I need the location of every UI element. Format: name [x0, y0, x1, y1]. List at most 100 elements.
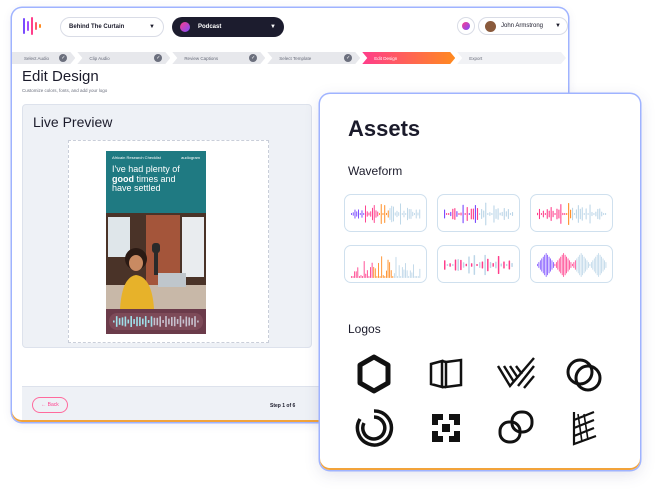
waveform-preview	[537, 203, 607, 225]
card-waveform-bar	[147, 320, 150, 323]
waveform-bar	[414, 276, 416, 278]
show-selector[interactable]: Behind The Curtain ▼	[60, 17, 164, 37]
page-subtitle: Customize colors, fonts, and add your lo…	[22, 88, 108, 93]
waveform-bar	[376, 276, 378, 278]
card-waveform-bar	[130, 316, 132, 327]
waveform-bar	[393, 206, 394, 222]
waveform-bar	[540, 213, 542, 215]
logo-option-2[interactable]	[426, 354, 466, 394]
waveform-preview	[444, 202, 514, 226]
preview-canvas[interactable]: Africain Research Checklist audiogram I'…	[68, 140, 269, 343]
back-button[interactable]: ← Back	[32, 397, 68, 413]
waveform-style-1[interactable]	[344, 194, 427, 232]
logo-option-6[interactable]	[426, 408, 466, 448]
waveform-bar	[509, 213, 512, 215]
waveform-bar	[547, 254, 549, 276]
waveform-style-5[interactable]	[437, 245, 520, 283]
ai-assistant-button[interactable]	[457, 17, 475, 35]
waveform-bar	[362, 276, 364, 278]
step-label: Select Template	[279, 55, 312, 61]
waveform-bar	[387, 259, 389, 278]
waveform-bar	[579, 208, 581, 220]
logo-option-3[interactable]	[496, 354, 536, 394]
waveform-bar	[593, 258, 595, 272]
card-waveform-bar	[136, 316, 138, 327]
waveform-bar	[583, 256, 585, 274]
waveform-bar	[581, 207, 583, 221]
waveform-bar	[501, 211, 503, 217]
step-edit-design[interactable]: Edit Design	[362, 52, 455, 64]
waveform-bar	[590, 262, 592, 268]
waveform-bar	[487, 213, 489, 215]
waveform-bar	[382, 212, 384, 216]
waveform-bar	[567, 258, 569, 272]
check-icon: ✓	[251, 55, 256, 61]
waveform-bar	[580, 253, 582, 277]
quote-bold: good	[112, 173, 134, 184]
waveform-bar	[413, 264, 414, 278]
waveform-bar	[351, 275, 352, 278]
waveform-style-2[interactable]	[437, 194, 520, 232]
waveform-bar	[370, 211, 372, 217]
assets-title: Assets	[348, 116, 421, 141]
waveform-bar	[384, 276, 386, 278]
waveform-style-4[interactable]	[344, 245, 427, 283]
waveform-bar	[368, 212, 370, 216]
card-waveform-bar	[176, 319, 179, 324]
waveform-bar	[546, 209, 548, 219]
waveform-bar	[561, 254, 563, 276]
waveform-bar	[476, 264, 478, 266]
waveform-bar	[400, 276, 402, 278]
waveform-bar	[416, 276, 418, 278]
user-name: John Armstrong	[501, 23, 544, 29]
logo-option-4[interactable]	[564, 354, 604, 394]
card-waveform-bar	[182, 319, 185, 324]
waveform-bar	[511, 263, 513, 267]
waveform-bar	[586, 260, 588, 270]
waveform-bar	[583, 213, 585, 215]
waveform-bar	[397, 276, 399, 278]
waveform-bar	[363, 212, 365, 216]
step-select-template[interactable]: Select Template ✓	[267, 52, 360, 64]
waveform-bar	[370, 267, 371, 278]
card-waveform-bar	[191, 318, 193, 325]
logo-option-1[interactable]	[354, 354, 394, 394]
card-waveform-bar	[118, 318, 121, 325]
card-waveform-bar	[173, 316, 176, 327]
waveform-style-3[interactable]	[530, 194, 613, 232]
quote-line-3: have settled	[112, 183, 161, 193]
user-menu[interactable]: John Armstrong ▼	[478, 17, 568, 35]
step-review-captions[interactable]: Review Captions ✓	[172, 52, 265, 64]
waveform-bar	[579, 254, 581, 276]
waveform-bar	[449, 263, 451, 267]
waveform-bar	[479, 262, 481, 268]
logo-option-5[interactable]	[354, 408, 394, 448]
waveform-bar	[564, 213, 566, 215]
ai-sparkle-icon	[462, 22, 470, 30]
waveform-bar	[568, 203, 570, 225]
waveform-bar	[481, 261, 484, 269]
audiogram-card[interactable]: Africain Research Checklist audiogram I'…	[106, 151, 206, 334]
waveform-style-6[interactable]	[530, 245, 613, 283]
stepper: Select Audio ✓ Clip Audio ✓ Review Capti…	[12, 52, 568, 64]
waveform-bar	[499, 212, 501, 216]
logo-option-7[interactable]	[496, 408, 536, 448]
waveform-bar	[419, 209, 421, 219]
step-select-audio[interactable]: Select Audio ✓	[12, 52, 75, 64]
step-clip-audio[interactable]: Clip Audio ✓	[77, 52, 170, 64]
format-selector[interactable]: Podcast ▼	[172, 17, 284, 37]
waveform-bar	[554, 263, 556, 267]
waveform-bar	[552, 210, 554, 218]
waveform-bar	[599, 254, 601, 276]
step-export[interactable]: Export	[457, 52, 566, 64]
waveform-bar	[557, 260, 559, 270]
waveform-bar	[403, 269, 405, 278]
waveform-bar	[400, 203, 401, 225]
chevron-down-icon: ▼	[149, 24, 155, 30]
page-title: Edit Design	[22, 68, 99, 85]
waveform-bar	[465, 263, 468, 267]
waveform-bar	[548, 256, 550, 274]
logo-option-8[interactable]	[564, 408, 604, 448]
waveform-bar	[595, 211, 597, 217]
card-waveform-bar	[121, 317, 124, 326]
